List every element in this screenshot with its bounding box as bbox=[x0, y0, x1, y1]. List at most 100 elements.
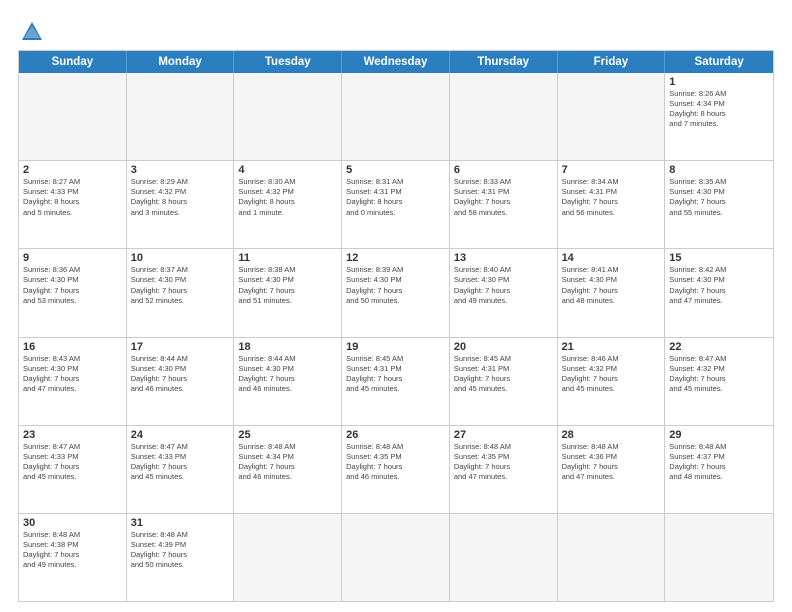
day-number: 17 bbox=[131, 341, 230, 353]
cal-cell: 13Sunrise: 8:40 AM Sunset: 4:30 PM Dayli… bbox=[450, 249, 558, 336]
cell-info: Sunrise: 8:47 AM Sunset: 4:33 PM Dayligh… bbox=[131, 442, 230, 483]
cal-cell bbox=[127, 73, 235, 160]
cal-cell: 29Sunrise: 8:48 AM Sunset: 4:37 PM Dayli… bbox=[665, 426, 773, 513]
cal-cell bbox=[558, 514, 666, 601]
day-number: 22 bbox=[669, 341, 769, 353]
cal-cell: 19Sunrise: 8:45 AM Sunset: 4:31 PM Dayli… bbox=[342, 338, 450, 425]
cell-info: Sunrise: 8:42 AM Sunset: 4:30 PM Dayligh… bbox=[669, 265, 769, 306]
cal-week-3: 9Sunrise: 8:36 AM Sunset: 4:30 PM Daylig… bbox=[19, 249, 773, 337]
cal-cell bbox=[234, 73, 342, 160]
day-number: 12 bbox=[346, 252, 445, 264]
cal-header-sunday: Sunday bbox=[19, 51, 127, 73]
cell-info: Sunrise: 8:36 AM Sunset: 4:30 PM Dayligh… bbox=[23, 265, 122, 306]
day-number: 4 bbox=[238, 164, 337, 176]
cal-cell: 9Sunrise: 8:36 AM Sunset: 4:30 PM Daylig… bbox=[19, 249, 127, 336]
cal-week-1: 1Sunrise: 8:26 AM Sunset: 4:34 PM Daylig… bbox=[19, 73, 773, 161]
cell-info: Sunrise: 8:48 AM Sunset: 4:37 PM Dayligh… bbox=[669, 442, 769, 483]
calendar-header: SundayMondayTuesdayWednesdayThursdayFrid… bbox=[19, 51, 773, 73]
day-number: 19 bbox=[346, 341, 445, 353]
calendar-body: 1Sunrise: 8:26 AM Sunset: 4:34 PM Daylig… bbox=[19, 73, 773, 601]
cal-cell: 8Sunrise: 8:35 AM Sunset: 4:30 PM Daylig… bbox=[665, 161, 773, 248]
cal-header-tuesday: Tuesday bbox=[234, 51, 342, 73]
day-number: 26 bbox=[346, 429, 445, 441]
cal-cell: 17Sunrise: 8:44 AM Sunset: 4:30 PM Dayli… bbox=[127, 338, 235, 425]
cell-info: Sunrise: 8:45 AM Sunset: 4:31 PM Dayligh… bbox=[346, 354, 445, 395]
cell-info: Sunrise: 8:48 AM Sunset: 4:39 PM Dayligh… bbox=[131, 530, 230, 571]
cal-cell: 31Sunrise: 8:48 AM Sunset: 4:39 PM Dayli… bbox=[127, 514, 235, 601]
cell-info: Sunrise: 8:35 AM Sunset: 4:30 PM Dayligh… bbox=[669, 177, 769, 218]
cell-info: Sunrise: 8:34 AM Sunset: 4:31 PM Dayligh… bbox=[562, 177, 661, 218]
cell-info: Sunrise: 8:48 AM Sunset: 4:34 PM Dayligh… bbox=[238, 442, 337, 483]
cal-cell: 28Sunrise: 8:48 AM Sunset: 4:36 PM Dayli… bbox=[558, 426, 666, 513]
header bbox=[18, 18, 774, 46]
cal-cell: 5Sunrise: 8:31 AM Sunset: 4:31 PM Daylig… bbox=[342, 161, 450, 248]
cal-header-friday: Friday bbox=[558, 51, 666, 73]
cell-info: Sunrise: 8:30 AM Sunset: 4:32 PM Dayligh… bbox=[238, 177, 337, 218]
cal-cell: 21Sunrise: 8:46 AM Sunset: 4:32 PM Dayli… bbox=[558, 338, 666, 425]
day-number: 2 bbox=[23, 164, 122, 176]
cell-info: Sunrise: 8:48 AM Sunset: 4:38 PM Dayligh… bbox=[23, 530, 122, 571]
cal-cell: 27Sunrise: 8:48 AM Sunset: 4:35 PM Dayli… bbox=[450, 426, 558, 513]
cal-cell: 12Sunrise: 8:39 AM Sunset: 4:30 PM Dayli… bbox=[342, 249, 450, 336]
day-number: 9 bbox=[23, 252, 122, 264]
cal-cell: 18Sunrise: 8:44 AM Sunset: 4:30 PM Dayli… bbox=[234, 338, 342, 425]
cal-cell bbox=[558, 73, 666, 160]
day-number: 25 bbox=[238, 429, 337, 441]
cell-info: Sunrise: 8:47 AM Sunset: 4:32 PM Dayligh… bbox=[669, 354, 769, 395]
day-number: 27 bbox=[454, 429, 553, 441]
cal-cell: 4Sunrise: 8:30 AM Sunset: 4:32 PM Daylig… bbox=[234, 161, 342, 248]
cal-cell: 24Sunrise: 8:47 AM Sunset: 4:33 PM Dayli… bbox=[127, 426, 235, 513]
cal-week-2: 2Sunrise: 8:27 AM Sunset: 4:33 PM Daylig… bbox=[19, 161, 773, 249]
cal-cell bbox=[450, 73, 558, 160]
cal-week-4: 16Sunrise: 8:43 AM Sunset: 4:30 PM Dayli… bbox=[19, 338, 773, 426]
cal-header-thursday: Thursday bbox=[450, 51, 558, 73]
day-number: 7 bbox=[562, 164, 661, 176]
day-number: 20 bbox=[454, 341, 553, 353]
cal-cell: 25Sunrise: 8:48 AM Sunset: 4:34 PM Dayli… bbox=[234, 426, 342, 513]
day-number: 28 bbox=[562, 429, 661, 441]
day-number: 18 bbox=[238, 341, 337, 353]
day-number: 13 bbox=[454, 252, 553, 264]
cell-info: Sunrise: 8:44 AM Sunset: 4:30 PM Dayligh… bbox=[131, 354, 230, 395]
cell-info: Sunrise: 8:31 AM Sunset: 4:31 PM Dayligh… bbox=[346, 177, 445, 218]
cell-info: Sunrise: 8:29 AM Sunset: 4:32 PM Dayligh… bbox=[131, 177, 230, 218]
calendar: SundayMondayTuesdayWednesdayThursdayFrid… bbox=[18, 50, 774, 602]
cal-cell bbox=[665, 514, 773, 601]
cell-info: Sunrise: 8:40 AM Sunset: 4:30 PM Dayligh… bbox=[454, 265, 553, 306]
cell-info: Sunrise: 8:39 AM Sunset: 4:30 PM Dayligh… bbox=[346, 265, 445, 306]
day-number: 11 bbox=[238, 252, 337, 264]
day-number: 23 bbox=[23, 429, 122, 441]
cal-cell: 15Sunrise: 8:42 AM Sunset: 4:30 PM Dayli… bbox=[665, 249, 773, 336]
day-number: 15 bbox=[669, 252, 769, 264]
cell-info: Sunrise: 8:38 AM Sunset: 4:30 PM Dayligh… bbox=[238, 265, 337, 306]
cal-cell: 20Sunrise: 8:45 AM Sunset: 4:31 PM Dayli… bbox=[450, 338, 558, 425]
cell-info: Sunrise: 8:27 AM Sunset: 4:33 PM Dayligh… bbox=[23, 177, 122, 218]
cal-header-saturday: Saturday bbox=[665, 51, 773, 73]
cal-week-6: 30Sunrise: 8:48 AM Sunset: 4:38 PM Dayli… bbox=[19, 514, 773, 601]
cell-info: Sunrise: 8:48 AM Sunset: 4:35 PM Dayligh… bbox=[346, 442, 445, 483]
cell-info: Sunrise: 8:43 AM Sunset: 4:30 PM Dayligh… bbox=[23, 354, 122, 395]
cal-cell: 10Sunrise: 8:37 AM Sunset: 4:30 PM Dayli… bbox=[127, 249, 235, 336]
day-number: 24 bbox=[131, 429, 230, 441]
cal-cell: 16Sunrise: 8:43 AM Sunset: 4:30 PM Dayli… bbox=[19, 338, 127, 425]
day-number: 31 bbox=[131, 517, 230, 529]
cal-header-wednesday: Wednesday bbox=[342, 51, 450, 73]
cell-info: Sunrise: 8:46 AM Sunset: 4:32 PM Dayligh… bbox=[562, 354, 661, 395]
cal-cell: 7Sunrise: 8:34 AM Sunset: 4:31 PM Daylig… bbox=[558, 161, 666, 248]
cell-info: Sunrise: 8:44 AM Sunset: 4:30 PM Dayligh… bbox=[238, 354, 337, 395]
cell-info: Sunrise: 8:33 AM Sunset: 4:31 PM Dayligh… bbox=[454, 177, 553, 218]
cell-info: Sunrise: 8:37 AM Sunset: 4:30 PM Dayligh… bbox=[131, 265, 230, 306]
cal-cell: 2Sunrise: 8:27 AM Sunset: 4:33 PM Daylig… bbox=[19, 161, 127, 248]
logo bbox=[18, 18, 50, 46]
cell-info: Sunrise: 8:45 AM Sunset: 4:31 PM Dayligh… bbox=[454, 354, 553, 395]
day-number: 8 bbox=[669, 164, 769, 176]
cal-cell bbox=[342, 514, 450, 601]
day-number: 14 bbox=[562, 252, 661, 264]
cell-info: Sunrise: 8:26 AM Sunset: 4:34 PM Dayligh… bbox=[669, 89, 769, 130]
cell-info: Sunrise: 8:48 AM Sunset: 4:36 PM Dayligh… bbox=[562, 442, 661, 483]
day-number: 1 bbox=[669, 76, 769, 88]
cal-cell: 23Sunrise: 8:47 AM Sunset: 4:33 PM Dayli… bbox=[19, 426, 127, 513]
logo-icon bbox=[18, 18, 46, 46]
cal-cell bbox=[450, 514, 558, 601]
cell-info: Sunrise: 8:48 AM Sunset: 4:35 PM Dayligh… bbox=[454, 442, 553, 483]
